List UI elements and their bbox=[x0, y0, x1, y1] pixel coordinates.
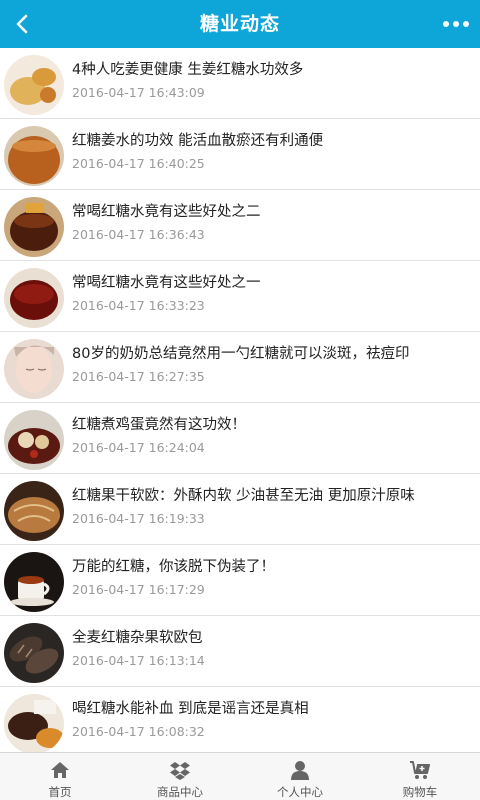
tab-products[interactable]: 商品中心 bbox=[120, 753, 240, 800]
article-time: 2016-04-17 16:36:43 bbox=[72, 227, 205, 242]
list-item[interactable]: 万能的红糖，你该脱下伪装了！ 2016-04-17 16:17:29 bbox=[0, 545, 480, 616]
list-item[interactable]: 80岁的奶奶总结竟然用一勺红糖就可以淡斑，祛痘印 2016-04-17 16:2… bbox=[0, 332, 480, 403]
list-item[interactable]: 红糖煮鸡蛋竟然有这功效！ 2016-04-17 16:24:04 bbox=[0, 403, 480, 474]
list-item[interactable]: 全麦红糖杂果软欧包 2016-04-17 16:13:14 bbox=[0, 616, 480, 687]
article-time: 2016-04-17 16:24:04 bbox=[72, 440, 205, 455]
list-item[interactable]: 4种人吃姜更健康 生姜红糖水功效多 2016-04-17 16:43:09 bbox=[0, 48, 480, 119]
article-thumbnail bbox=[4, 410, 64, 470]
article-time: 2016-04-17 16:40:25 bbox=[72, 156, 205, 171]
list-item[interactable]: 红糖姜水的功效 能活血散瘀还有利通便 2016-04-17 16:40:25 bbox=[0, 119, 480, 190]
article-title: 红糖果干软欧：外酥内软 少油甚至无油 更加原汁原味 bbox=[72, 488, 415, 504]
tab-label: 个人中心 bbox=[277, 785, 323, 799]
list-item[interactable]: 喝红糖水能补血 到底是谣言还是真相 2016-04-17 16:08:32 bbox=[0, 687, 480, 752]
tab-profile[interactable]: 个人中心 bbox=[240, 753, 360, 800]
tab-label: 商品中心 bbox=[157, 785, 203, 799]
list-item[interactable]: 常喝红糖水竟有这些好处之二 2016-04-17 16:36:43 bbox=[0, 190, 480, 261]
article-title: 全麦红糖杂果软欧包 bbox=[72, 630, 203, 646]
article-thumbnail bbox=[4, 197, 64, 257]
article-title: 红糖姜水的功效 能活血散瘀还有利通便 bbox=[72, 133, 324, 149]
list-item[interactable]: 红糖果干软欧：外酥内软 少油甚至无油 更加原汁原味 2016-04-17 16:… bbox=[0, 474, 480, 545]
article-list: 4种人吃姜更健康 生姜红糖水功效多 2016-04-17 16:43:09 红糖… bbox=[0, 48, 480, 752]
app-header: 糖业动态 bbox=[0, 0, 480, 48]
article-time: 2016-04-17 16:27:35 bbox=[72, 369, 205, 384]
tab-label: 购物车 bbox=[402, 785, 438, 799]
list-item[interactable]: 常喝红糖水竟有这些好处之一 2016-04-17 16:33:23 bbox=[0, 261, 480, 332]
user-icon bbox=[291, 761, 309, 780]
article-title: 喝红糖水能补血 到底是谣言还是真相 bbox=[72, 701, 309, 717]
article-title: 常喝红糖水竟有这些好处之二 bbox=[72, 204, 261, 220]
tab-cart[interactable]: 购物车 bbox=[360, 753, 480, 800]
article-thumbnail bbox=[4, 339, 64, 399]
article-thumbnail bbox=[4, 623, 64, 683]
dropbox-icon bbox=[170, 762, 190, 780]
article-thumbnail bbox=[4, 126, 64, 186]
article-title: 万能的红糖，你该脱下伪装了！ bbox=[72, 559, 275, 575]
article-time: 2016-04-17 16:33:23 bbox=[72, 298, 205, 313]
tab-home[interactable]: 首页 bbox=[0, 753, 120, 800]
home-icon bbox=[51, 762, 69, 778]
article-title: 常喝红糖水竟有这些好处之一 bbox=[72, 275, 261, 291]
article-time: 2016-04-17 16:17:29 bbox=[72, 582, 205, 597]
tab-label: 首页 bbox=[48, 785, 72, 799]
article-title: 红糖煮鸡蛋竟然有这功效！ bbox=[72, 417, 246, 433]
article-title: 80岁的奶奶总结竟然用一勺红糖就可以淡斑，祛痘印 bbox=[72, 346, 410, 362]
page-title: 糖业动态 bbox=[199, 13, 280, 35]
cart-icon bbox=[410, 761, 430, 779]
article-title: 4种人吃姜更健康 生姜红糖水功效多 bbox=[72, 62, 304, 78]
article-thumbnail bbox=[4, 694, 64, 752]
article-time: 2016-04-17 16:43:09 bbox=[72, 85, 205, 100]
bottom-tab-bar: 首页 商品中心 个人中心 购物车 bbox=[0, 752, 480, 800]
article-time: 2016-04-17 16:19:33 bbox=[72, 511, 205, 526]
article-time: 2016-04-17 16:13:14 bbox=[72, 653, 205, 668]
more-dots-icon[interactable] bbox=[438, 6, 474, 42]
article-thumbnail bbox=[4, 55, 64, 115]
article-time: 2016-04-17 16:08:32 bbox=[72, 724, 205, 739]
article-thumbnail bbox=[4, 552, 64, 612]
article-thumbnail bbox=[4, 268, 64, 328]
article-thumbnail bbox=[4, 481, 64, 541]
